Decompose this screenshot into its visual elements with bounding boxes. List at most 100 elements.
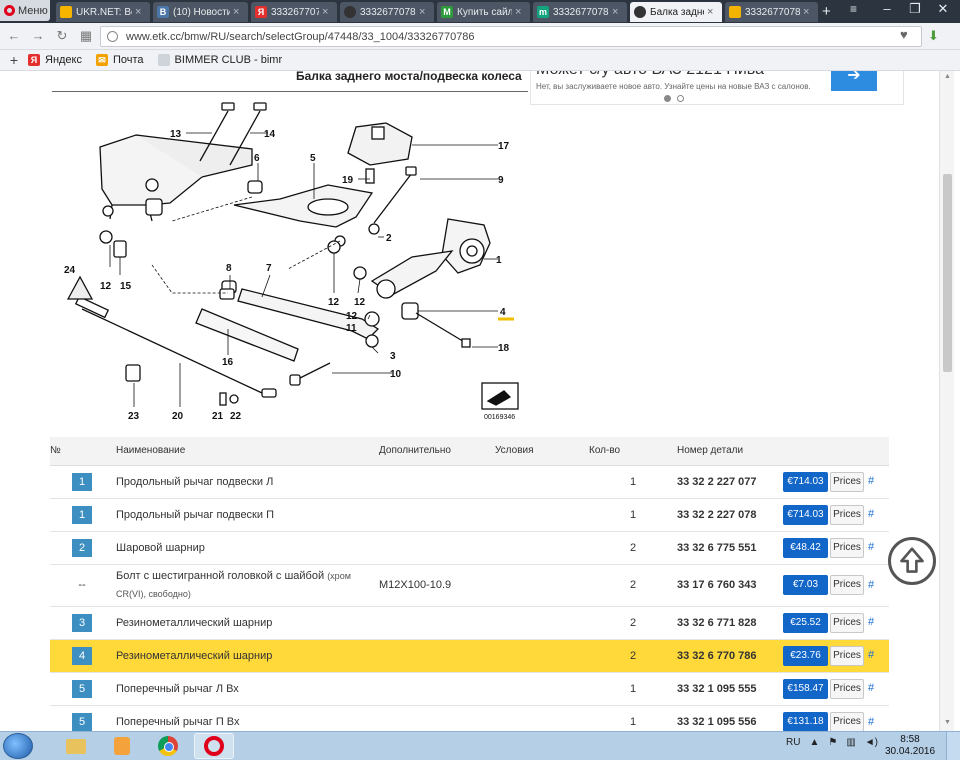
callout-19[interactable]: 19 xyxy=(342,175,354,186)
browser-tab[interactable]: B (10) Новости × xyxy=(153,2,248,22)
anchor-link[interactable]: # xyxy=(868,649,874,661)
price-button[interactable]: €25.52 xyxy=(783,612,828,633)
diagram-number-badge[interactable]: 1 xyxy=(72,472,92,491)
flag-icon[interactable]: ⚑ xyxy=(828,737,837,748)
ad-arrow-button[interactable]: ➔ xyxy=(831,71,877,91)
close-icon[interactable]: × xyxy=(515,6,525,18)
show-desktop-button[interactable] xyxy=(946,732,960,760)
close-icon[interactable]: × xyxy=(135,6,145,18)
browser-tab[interactable]: UKR.NET: Вс × xyxy=(56,2,150,22)
table-row[interactable]: 3 Резинометаллический шарнир 2 33 32 6 7… xyxy=(50,605,889,639)
bookmark-mail[interactable]: ✉ Почта xyxy=(96,54,144,66)
diagram-number-badge[interactable]: 3 xyxy=(72,613,92,632)
anchor-link[interactable]: # xyxy=(868,508,874,520)
bookmark-yandex[interactable]: Я Яндекс xyxy=(28,54,82,66)
callout-8[interactable]: 8 xyxy=(226,263,232,274)
prices-button[interactable]: Prices xyxy=(830,612,864,633)
callout-11[interactable]: 11 xyxy=(346,323,357,334)
table-row[interactable]: 1 Продольный рычаг подвески П 1 33 32 2 … xyxy=(50,497,889,531)
prices-button[interactable]: Prices xyxy=(830,678,864,699)
callout-14[interactable]: 14 xyxy=(264,129,276,140)
volume-icon[interactable]: ◄) xyxy=(865,737,878,748)
callout-23[interactable]: 23 xyxy=(128,411,140,422)
prices-button[interactable]: Prices xyxy=(830,575,864,595)
maximize-icon[interactable]: ❐ xyxy=(900,1,930,17)
price-button[interactable]: €158.47 xyxy=(783,678,828,699)
forward-icon[interactable]: → xyxy=(30,28,46,44)
shield-icon[interactable]: ⬇ xyxy=(928,28,939,44)
start-button[interactable] xyxy=(3,733,33,759)
callout-20[interactable]: 20 xyxy=(172,411,184,422)
callout-6[interactable]: 6 xyxy=(254,153,260,164)
pager-dot[interactable] xyxy=(677,95,684,102)
speed-dial-icon[interactable]: ▦ xyxy=(78,28,94,44)
callout-7[interactable]: 7 xyxy=(266,263,272,274)
diagram-number-badge[interactable]: 5 xyxy=(72,679,92,698)
callout-9[interactable]: 9 xyxy=(498,175,504,186)
media-player-app[interactable] xyxy=(102,733,142,759)
browser-tab[interactable]: m 3332677078 × xyxy=(533,2,627,22)
back-icon[interactable]: ← xyxy=(6,28,22,44)
scroll-down-icon[interactable]: ▼ xyxy=(943,719,952,726)
address-bar[interactable]: www.etk.cc/bmw/RU/search/selectGroup/474… xyxy=(100,26,922,47)
opera-menu-button[interactable]: Меню xyxy=(0,0,50,21)
close-icon[interactable]: × xyxy=(803,6,813,18)
callout-2[interactable]: 2 xyxy=(386,233,392,244)
diagram-number-badge[interactable]: 1 xyxy=(72,505,92,524)
anchor-link[interactable]: # xyxy=(868,716,874,728)
prices-button[interactable]: Prices xyxy=(830,504,864,525)
browser-tab[interactable]: Я 3332677078 × xyxy=(251,2,337,22)
url-text[interactable]: www.etk.cc/bmw/RU/search/selectGroup/474… xyxy=(126,31,475,43)
callout-12[interactable]: 12 xyxy=(100,281,112,292)
chrome-app[interactable] xyxy=(148,733,188,759)
browser-tab-active[interactable]: Балка задне × xyxy=(630,2,722,22)
browser-tab[interactable]: 3332677078 × xyxy=(725,2,818,22)
callout-12[interactable]: 12 xyxy=(346,311,358,322)
price-button[interactable]: €7.03 xyxy=(783,575,828,595)
table-row[interactable]: -- Болт с шестигранной головкой с шайбой… xyxy=(50,563,889,606)
diagram-number-badge[interactable]: 2 xyxy=(72,538,92,557)
language-indicator[interactable]: RU xyxy=(786,737,800,748)
anchor-link[interactable]: # xyxy=(868,475,874,487)
table-row[interactable]: 1 Продольный рычаг подвески Л 1 33 32 2 … xyxy=(50,464,889,498)
price-button[interactable]: €131.18 xyxy=(783,711,828,731)
callout-3[interactable]: 3 xyxy=(390,351,396,362)
window-close-icon[interactable]: ✕ xyxy=(928,1,958,17)
browser-tab[interactable]: M Купить сайле × xyxy=(437,2,530,22)
anchor-link[interactable]: # xyxy=(868,579,874,591)
anchor-link[interactable]: # xyxy=(868,682,874,694)
diagram-number-badge[interactable]: 4 xyxy=(72,646,92,665)
anchor-link[interactable]: # xyxy=(868,616,874,628)
callout-15[interactable]: 15 xyxy=(120,281,132,292)
callout-21[interactable]: 21 xyxy=(212,411,224,422)
scroll-up-icon[interactable]: ▲ xyxy=(943,73,952,80)
diagram-number-badge[interactable]: 5 xyxy=(72,712,92,731)
price-button[interactable]: €48.42 xyxy=(783,537,828,558)
prices-button[interactable]: Prices xyxy=(830,471,864,492)
callout-12[interactable]: 12 xyxy=(354,297,366,308)
advertisement[interactable]: Может с/у авто ВАЗ 2121 Нива Нет, вы зас… xyxy=(530,71,904,105)
prices-button[interactable]: Prices xyxy=(830,711,864,731)
price-button[interactable]: €23.76 xyxy=(783,645,828,666)
explorer-app[interactable] xyxy=(56,733,96,759)
scroll-to-top-button[interactable] xyxy=(888,537,936,585)
callout-22[interactable]: 22 xyxy=(230,411,242,422)
table-row[interactable]: 2 Шаровой шарнир 2 33 32 6 775 551 €48.4… xyxy=(50,530,889,564)
close-icon[interactable]: × xyxy=(322,6,332,18)
add-bookmark-button[interactable]: + xyxy=(0,52,28,68)
close-icon[interactable]: × xyxy=(233,6,243,18)
heart-icon[interactable]: ♥ xyxy=(900,27,908,42)
price-button[interactable]: €714.03 xyxy=(783,471,828,492)
minimize-icon[interactable]: – xyxy=(872,1,902,16)
callout-5[interactable]: 5 xyxy=(310,153,316,164)
callout-13[interactable]: 13 xyxy=(170,129,182,140)
callout-24[interactable]: 24 xyxy=(64,265,76,276)
new-tab-button[interactable]: + xyxy=(822,3,831,20)
vertical-scrollbar[interactable]: ▲ ▼ xyxy=(939,71,954,731)
table-row-highlighted[interactable]: 4 Резинометаллический шарнир 2 33 32 6 7… xyxy=(50,638,889,672)
close-icon[interactable]: × xyxy=(419,6,429,18)
browser-tab[interactable]: 3332677078 × xyxy=(340,2,434,22)
table-row[interactable]: 5 Поперечный рычаг П Вх 1 33 32 1 095 55… xyxy=(50,704,889,731)
price-button[interactable]: €714.03 xyxy=(783,504,828,525)
clock[interactable]: 8:58 30.04.2016 xyxy=(882,734,938,758)
